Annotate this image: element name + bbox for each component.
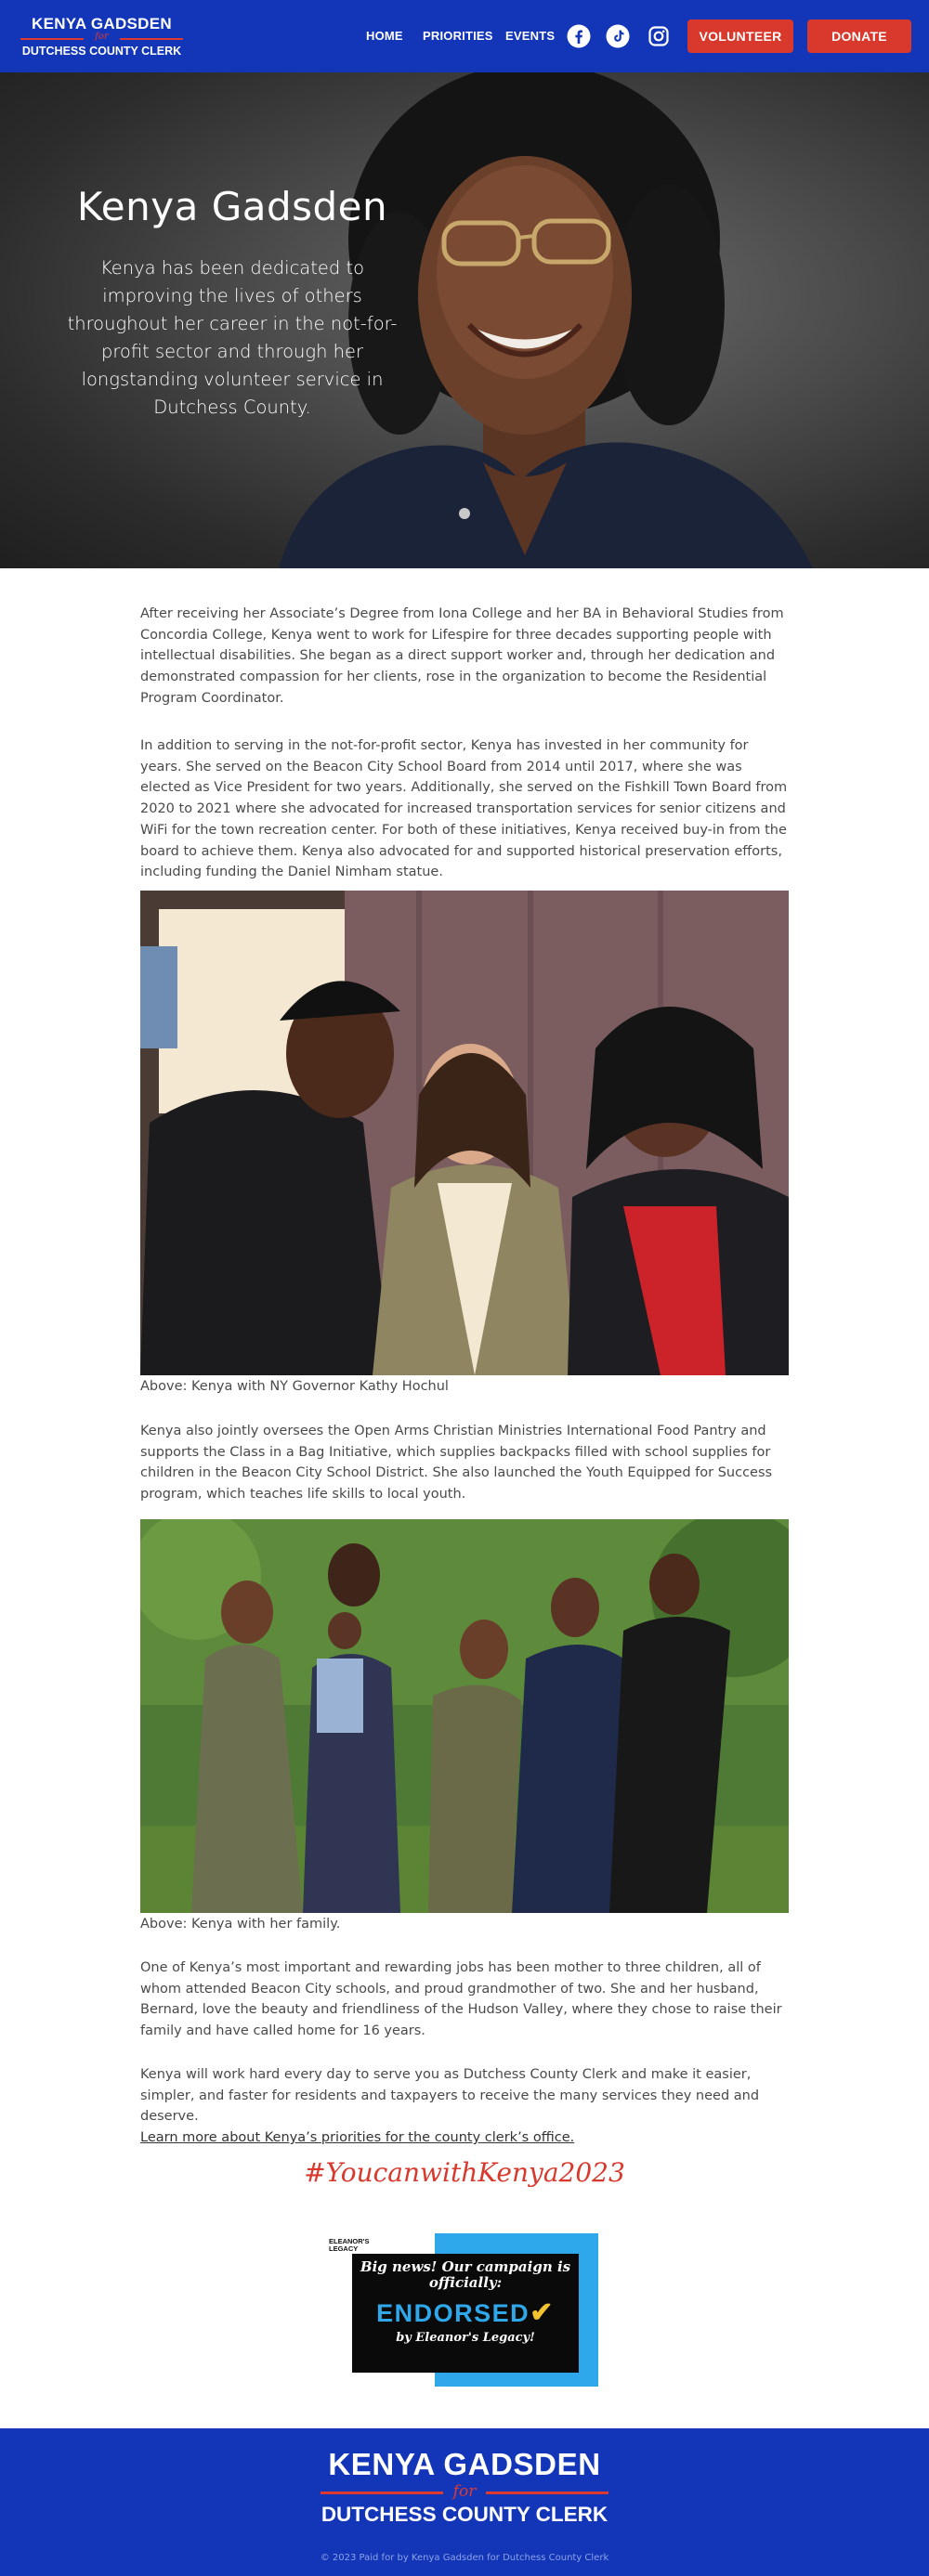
endorsement-graphic: ELEANOR'S LEGACY Big news! Our campaign i…	[318, 2233, 598, 2387]
caption-governor: Above: Kenya with NY Governor Kathy Hoch…	[140, 1379, 449, 1394]
hero-banner: Kenya Gadsden Kenya has been dedicated t…	[0, 72, 929, 568]
campaign-hashtag: #YoucanwithKenya2023	[304, 2157, 625, 2188]
photo-governor-hochul	[140, 891, 789, 1375]
bio-paragraph-education: After receiving her Associate’s Degree f…	[140, 606, 784, 706]
donate-button[interactable]: DONATE	[807, 20, 911, 53]
checkmark-icon: ✔	[530, 2297, 555, 2328]
pledge-text: Kenya will work hard every day to serve …	[140, 2067, 760, 2125]
logo-office: DUTCHESS COUNTY CLERK	[21, 45, 182, 58]
endorsement-panel: Big news! Our campaign is officially: EN…	[352, 2254, 579, 2373]
footer-logo-divider: for	[321, 2482, 608, 2501]
hero-title: Kenya Gadsden	[76, 184, 388, 229]
logo-divider: for	[20, 32, 183, 44]
nav-home[interactable]: HOME	[366, 29, 403, 43]
volunteer-button[interactable]: VOLUNTEER	[687, 20, 793, 53]
site-footer: KENYA GADSDEN for DUTCHESS COUNTY CLERK …	[0, 2428, 929, 2576]
photo-family	[140, 1519, 789, 1913]
logo-name: KENYA GADSDEN	[32, 15, 172, 33]
hero-intro-text: Kenya has been dedicated to improving th…	[67, 257, 398, 418]
instagram-icon[interactable]	[647, 24, 671, 48]
bio-paragraph-pledge: Kenya will work hard every day to serve …	[140, 2064, 791, 2149]
tiktok-icon[interactable]	[606, 24, 630, 48]
facebook-icon[interactable]	[567, 24, 591, 48]
nav-events[interactable]: EVENTS	[505, 29, 555, 43]
bio-paragraph-community: In addition to serving in the not-for-pr…	[140, 738, 788, 880]
copyright-text: © 2023 Paid for by Kenya Gadsden for Dut…	[320, 2553, 609, 2563]
endorsement-byline: by Eleanor's Legacy!	[396, 2331, 535, 2345]
endorsement-status: ENDORSED✔	[352, 2296, 579, 2329]
priorities-link[interactable]: Learn more about Kenya’s priorities for …	[140, 2130, 574, 2145]
bio-paragraph-ministry: Kenya also jointly oversees the Open Arm…	[140, 1424, 773, 1503]
endorsement-headline: Big news! Our campaign is officially:	[360, 2258, 571, 2291]
logo-for: for	[95, 32, 109, 42]
site-logo[interactable]: KENYA GADSDEN for DUTCHESS COUNTY CLERK	[20, 15, 183, 58]
footer-logo-office: DUTCHESS COUNTY CLERK	[321, 2503, 608, 2526]
eleanors-legacy-logo: ELEANOR'S LEGACY	[329, 2237, 370, 2253]
endorsed-word: ENDORSED	[376, 2299, 530, 2327]
caption-family: Above: Kenya with her family.	[140, 1917, 341, 1932]
bio-paragraph-family: One of Kenya’s most important and reward…	[140, 1960, 782, 2039]
nav-priorities[interactable]: PRIORITIES	[423, 29, 493, 43]
footer-logo-name: KENYA GADSDEN	[328, 2447, 601, 2481]
footer-logo[interactable]: KENYA GADSDEN for DUTCHESS COUNTY CLERK	[321, 2447, 608, 2527]
site-header: KENYA GADSDEN for DUTCHESS COUNTY CLERK …	[0, 0, 929, 72]
